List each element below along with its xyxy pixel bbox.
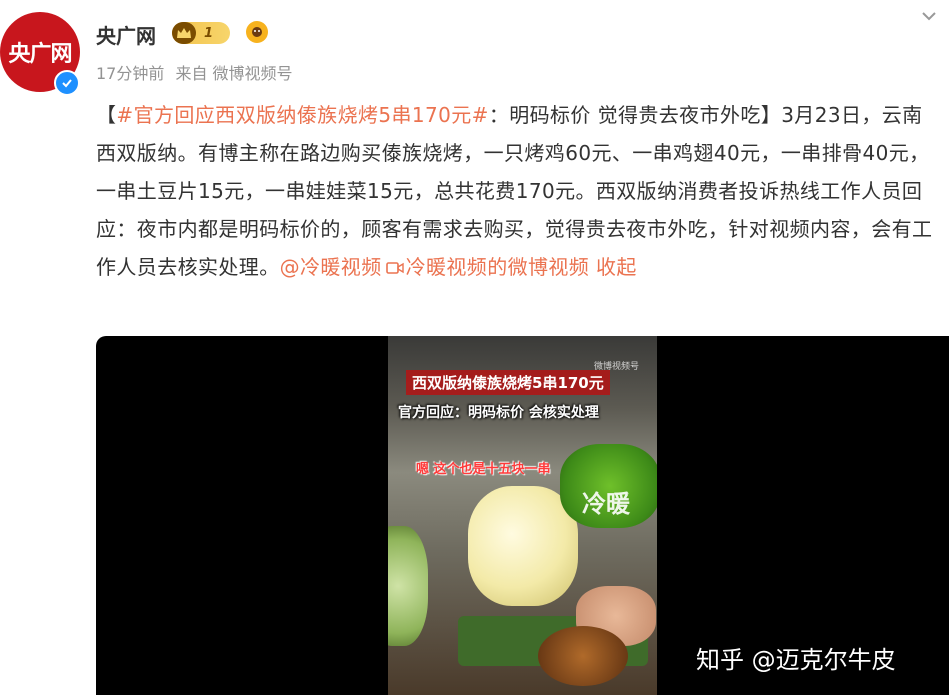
video-caption-response: 官方回应：明码标价 会核实处理 (398, 405, 599, 421)
chevron-down-icon[interactable] (919, 6, 939, 26)
weibo-post: 央广网 央广网 1 17分钟前 来自 微博视频号 【#官方回应西双版纳傣族烧烤5… (0, 0, 949, 695)
headline-rest: ：明码标价 觉得贵去夜市外吃】 (488, 103, 782, 127)
headline-bracket: 【 (96, 103, 117, 127)
zhihu-watermark: 知乎 @迈克尔牛皮 (696, 646, 896, 674)
vip-level: 1 (204, 25, 214, 41)
video-caption-speech: 嗯 这个也是十五块一串 (416, 462, 551, 477)
sunflower-icon[interactable] (246, 21, 268, 43)
post-text: 3月23日，云南西双版纳。有博主称在路边购买傣族烧烤，一只烤鸡60元、一串鸡翅4… (96, 103, 933, 279)
collapse-link[interactable]: 收起 (596, 255, 637, 279)
post-time[interactable]: 17分钟前 (96, 64, 164, 83)
post-body: 【#官方回应西双版纳傣族烧烤5串170元#：明码标价 觉得贵去夜市外吃】3月23… (96, 96, 942, 288)
video-caption-title: 西双版纳傣族烧烤5串170元 (406, 370, 610, 395)
skewers-image (538, 626, 628, 686)
avatar-logo-text: 央广网 (8, 41, 72, 67)
video-link[interactable]: 冷暖视频的微博视频 (406, 255, 590, 279)
mention-link[interactable]: @冷暖视频 (280, 255, 382, 279)
vip-badge[interactable]: 1 (172, 22, 230, 44)
post-meta: 17分钟前 来自 微博视频号 (96, 60, 299, 84)
leaf-image (388, 526, 428, 646)
hashtag-link[interactable]: #官方回应西双版纳傣族烧烤5串170元# (116, 103, 488, 127)
post-source[interactable]: 来自 微博视频号 (175, 64, 292, 83)
verified-icon (54, 70, 80, 96)
author-name[interactable]: 央广网 (96, 20, 156, 49)
video-link-icon[interactable] (385, 250, 404, 288)
video-frame: 微博视频号 西双版纳傣族烧烤5串170元 官方回应：明码标价 会核实处理 嗯 这… (388, 336, 657, 695)
crown-icon (172, 22, 196, 44)
video-channel-watermark: 冷暖 (582, 490, 630, 518)
